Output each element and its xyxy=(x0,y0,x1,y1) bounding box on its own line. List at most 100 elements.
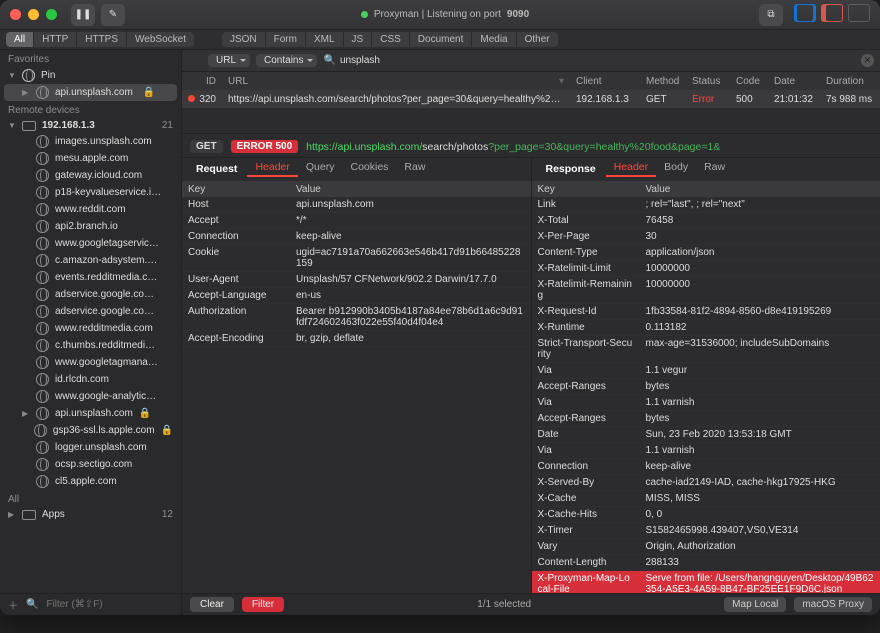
request-row[interactable]: 320 https://api.unsplash.com/search/phot… xyxy=(182,90,880,108)
close-icon[interactable] xyxy=(10,9,21,20)
header-row[interactable]: Accept*/* xyxy=(182,213,531,229)
header-row[interactable]: X-Cache-Hits0, 0 xyxy=(532,507,880,523)
tab-cookies[interactable]: Cookies xyxy=(342,159,396,177)
header-row[interactable]: X-Request-Id1fb33584-81f2-4894-8560-d8e4… xyxy=(532,304,880,320)
minimize-icon[interactable] xyxy=(28,9,39,20)
proto-filter-https[interactable]: HTTPS xyxy=(77,32,127,47)
header-row[interactable]: Via1.1 varnish xyxy=(532,395,880,411)
sidebar-host[interactable]: ocsp.sectigo.com xyxy=(0,456,181,473)
header-row[interactable]: X-Proxyman-Map-Local-FileServe from file… xyxy=(532,571,880,593)
sidebar-host[interactable]: adservice.google.co… xyxy=(0,286,181,303)
header-row[interactable]: User-AgentUnsplash/57 CFNetwork/902.2 Da… xyxy=(182,272,531,288)
layout-right-icon[interactable] xyxy=(821,4,843,22)
header-row[interactable]: X-TimerS1582465998.439407,VS0,VE314 xyxy=(532,523,880,539)
header-row[interactable]: Accept-Languageen-us xyxy=(182,288,531,304)
tab-header[interactable]: Header xyxy=(606,159,656,177)
filter-button[interactable]: Filter xyxy=(242,597,284,612)
sidebar-host[interactable]: images.unsplash.com xyxy=(0,133,181,150)
sidebar-pin-row[interactable]: ▼ Pin xyxy=(0,67,181,84)
search-field[interactable]: 🔍 xyxy=(323,55,855,66)
add-button[interactable]: ＋ xyxy=(8,597,18,612)
compose-button[interactable]: ✎ xyxy=(101,4,125,26)
sidebar-host[interactable]: www.redditmedia.com xyxy=(0,320,181,337)
sidebar-host[interactable]: www.googletagmana… xyxy=(0,354,181,371)
sidebar-host[interactable]: api2.branch.io xyxy=(0,218,181,235)
sidebar-host[interactable]: www.googletagservic… xyxy=(0,235,181,252)
sidebar-host[interactable]: logger.unsplash.com xyxy=(0,439,181,456)
clear-button[interactable]: Clear xyxy=(190,597,234,612)
header-row[interactable]: Accept-Encodingbr, gzip, deflate xyxy=(182,331,531,347)
sidebar-host[interactable]: www.reddit.com xyxy=(0,201,181,218)
pause-button[interactable]: ❚❚ xyxy=(71,4,95,26)
header-row[interactable]: Connectionkeep-alive xyxy=(182,229,531,245)
proto-filter-all[interactable]: All xyxy=(6,32,34,47)
request-table-header[interactable]: ID URL ▾ Client Method Status Code Date … xyxy=(182,72,880,90)
sidebar-host[interactable]: c.amazon-adsystem.… xyxy=(0,252,181,269)
header-row[interactable]: Accept-Rangesbytes xyxy=(532,411,880,427)
header-row[interactable]: Link; rel="last", ; rel="next" xyxy=(532,197,880,213)
sidebar-host[interactable]: cl5.apple.com xyxy=(0,473,181,490)
macos-proxy-chip[interactable]: macOS Proxy xyxy=(794,597,872,612)
content-filter-css[interactable]: CSS xyxy=(372,32,410,47)
content-filter-js[interactable]: JS xyxy=(344,32,373,47)
sidebar-device-row[interactable]: ▼ 192.168.1.3 21 xyxy=(0,118,181,133)
operator-select[interactable]: Contains xyxy=(256,54,317,67)
header-row[interactable]: X-Per-Page30 xyxy=(532,229,880,245)
header-row[interactable]: Via1.1 varnish xyxy=(532,443,880,459)
content-filter-json[interactable]: JSON xyxy=(222,32,266,47)
content-filter-form[interactable]: Form xyxy=(266,32,306,47)
sidebar-apps-row[interactable]: ▶ Apps 12 xyxy=(0,507,181,522)
header-row[interactable]: X-Ratelimit-Remaining10000000 xyxy=(532,277,880,304)
header-row[interactable]: Content-Length288133 xyxy=(532,555,880,571)
tab-header[interactable]: Header xyxy=(247,159,297,177)
clear-search-button[interactable]: ✕ xyxy=(861,54,874,67)
layout-left-icon[interactable] xyxy=(794,4,816,22)
header-row[interactable]: Content-Typeapplication/json xyxy=(532,245,880,261)
header-row[interactable]: Cookieugid=ac7191a70a662663e546b417d91b6… xyxy=(182,245,531,272)
header-row[interactable]: Connectionkeep-alive xyxy=(532,459,880,475)
sidebar-host[interactable]: www.google-analytic… xyxy=(0,388,181,405)
search-input[interactable] xyxy=(340,55,855,66)
header-row[interactable]: X-Runtime0.113182 xyxy=(532,320,880,336)
layout-bottom-icon[interactable] xyxy=(848,4,870,22)
sidebar-host[interactable]: adservice.google.co… xyxy=(0,303,181,320)
sidebar-host[interactable]: events.redditmedia.c… xyxy=(0,269,181,286)
header-row[interactable]: Hostapi.unsplash.com xyxy=(182,197,531,213)
header-row[interactable]: AuthorizationBearer b912990b3405b4187a84… xyxy=(182,304,531,331)
header-row[interactable]: Accept-Rangesbytes xyxy=(532,379,880,395)
sidebar-host[interactable]: ▶api.unsplash.com 🔒 xyxy=(0,405,181,422)
header-row[interactable]: X-Total76458 xyxy=(532,213,880,229)
sidebar-host[interactable]: p18-keyvalueservice.i… xyxy=(0,184,181,201)
tab-raw[interactable]: Raw xyxy=(396,159,433,177)
header-row[interactable]: X-CacheMISS, MISS xyxy=(532,491,880,507)
content-filter-xml[interactable]: XML xyxy=(306,32,344,47)
tab-raw[interactable]: Raw xyxy=(696,159,733,177)
sidebar-filter-input[interactable] xyxy=(46,599,178,610)
new-window-button[interactable]: ⧉ xyxy=(759,4,783,26)
content-filter-document[interactable]: Document xyxy=(410,32,473,47)
header-row[interactable]: Strict-Transport-Securitymax-age=3153600… xyxy=(532,336,880,363)
proto-filter-http[interactable]: HTTP xyxy=(34,32,77,47)
sidebar-host[interactable]: gateway.icloud.com xyxy=(0,167,181,184)
tab-query[interactable]: Query xyxy=(298,159,343,177)
sidebar-host[interactable]: c.thumbs.redditmedi… xyxy=(0,337,181,354)
tab-body[interactable]: Body xyxy=(656,159,696,177)
content-filter-media[interactable]: Media xyxy=(472,32,516,47)
content-filter-other[interactable]: Other xyxy=(517,32,558,47)
proto-filter-websocket[interactable]: WebSocket xyxy=(127,32,194,47)
header-row[interactable]: Via1.1 vegur xyxy=(532,363,880,379)
sidebar-host[interactable]: gsp36-ssl.ls.apple.com 🔒 xyxy=(0,422,181,439)
header-row[interactable]: X-Ratelimit-Limit10000000 xyxy=(532,261,880,277)
map-local-chip[interactable]: Map Local xyxy=(724,597,786,612)
header-row[interactable]: DateSun, 23 Feb 2020 13:53:18 GMT xyxy=(532,427,880,443)
sidebar-pin-host[interactable]: ▶ api.unsplash.com 🔒 xyxy=(4,84,177,101)
content-segment[interactable]: JSONFormXMLJSCSSDocumentMediaOther xyxy=(222,32,558,47)
column-select[interactable]: URL xyxy=(208,54,250,67)
sidebar-host[interactable]: id.rlcdn.com xyxy=(0,371,181,388)
header-row[interactable]: VaryOrigin, Authorization xyxy=(532,539,880,555)
traffic-lights[interactable] xyxy=(10,9,57,20)
sidebar-host[interactable]: mesu.apple.com xyxy=(0,150,181,167)
zoom-icon[interactable] xyxy=(46,9,57,20)
protocol-segment[interactable]: AllHTTPHTTPSWebSocket xyxy=(6,32,194,47)
header-row[interactable]: X-Served-Bycache-iad2149-IAD, cache-hkg1… xyxy=(532,475,880,491)
